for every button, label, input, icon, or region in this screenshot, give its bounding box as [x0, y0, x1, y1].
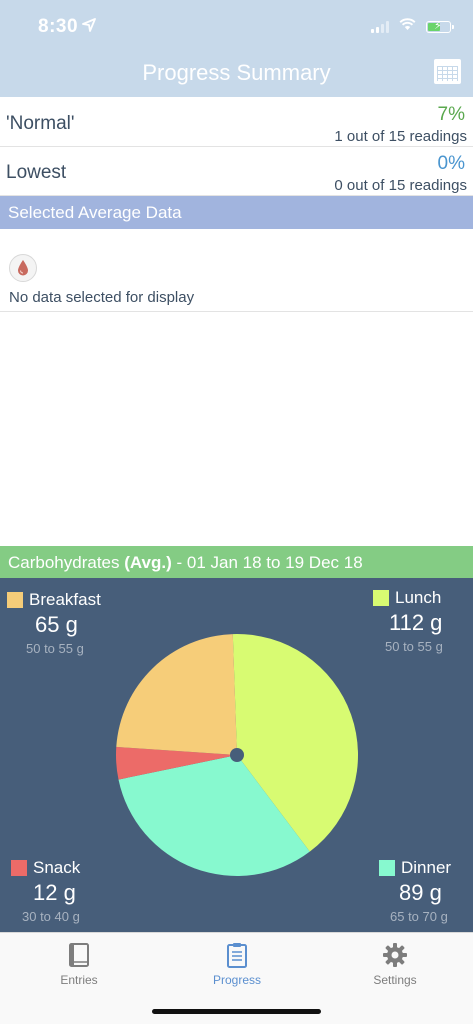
- tab-label: Entries: [60, 973, 98, 987]
- row-percent: 7%: [437, 104, 465, 125]
- book-icon: [65, 941, 93, 969]
- wifi-icon: [399, 18, 416, 36]
- legend-value: 112 g: [389, 610, 443, 635]
- divider: [0, 311, 473, 312]
- carbohydrates-title: Carbohydrates (Avg.) - 01 Jan 18 to 19 D…: [8, 553, 363, 573]
- page-title: Progress Summary: [142, 60, 331, 85]
- tab-label: Settings: [373, 973, 417, 987]
- carbohydrates-pie-chart[interactable]: [114, 632, 360, 878]
- pie-center-dot: [230, 748, 244, 762]
- row-percent: 0%: [437, 153, 465, 174]
- section-title: Selected Average Data: [8, 203, 182, 222]
- legend-range: 30 to 40 g: [22, 909, 80, 924]
- cellular-signal-icon: [371, 21, 389, 33]
- nav-header: 8:30 ⚡ Progress Summary: [0, 0, 473, 97]
- tab-entries[interactable]: Entries: [0, 933, 158, 993]
- carbs-title-suffix: - 01 Jan 18 to 19 Dec 18: [171, 553, 363, 572]
- location-arrow-icon: [82, 16, 96, 38]
- legend-value: 89 g: [399, 880, 442, 905]
- legend-value: 65 g: [35, 612, 78, 637]
- row-detail: 0 out of 15 readings: [334, 177, 467, 194]
- legend-range: 65 to 70 g: [390, 909, 448, 924]
- battery-icon: ⚡: [426, 20, 454, 33]
- legend-name: Breakfast: [29, 590, 101, 609]
- tab-progress[interactable]: Progress: [158, 933, 316, 993]
- status-time: 8:30: [38, 16, 96, 38]
- pie-slice-breakfast[interactable]: [116, 634, 237, 755]
- lowest-readings-row[interactable]: Lowest 0% 0 out of 15 readings: [0, 148, 473, 196]
- no-data-message: No data selected for display: [9, 289, 195, 306]
- legend-value: 12 g: [33, 880, 76, 905]
- row-detail: 1 out of 15 readings: [334, 128, 467, 145]
- calendar-icon: [437, 66, 458, 81]
- legend-range: 50 to 55 g: [26, 641, 84, 656]
- breakfast-swatch: [7, 592, 23, 608]
- carbohydrates-header: Carbohydrates (Avg.) - 01 Jan 18 to 19 D…: [0, 546, 473, 578]
- lunch-swatch: [373, 590, 389, 606]
- tab-label: Progress: [212, 973, 262, 987]
- tab-settings[interactable]: Settings: [316, 933, 473, 993]
- carbs-title-prefix: Carbohydrates: [8, 553, 125, 572]
- selected-average-header: Selected Average Data: [0, 196, 473, 229]
- normal-readings-row[interactable]: 'Normal' 7% 1 out of 15 readings: [0, 99, 473, 147]
- calendar-button[interactable]: [434, 59, 461, 84]
- legend-range: 50 to 55 g: [385, 639, 443, 654]
- screen: 8:30 ⚡ Progress Summary 'Normal' 7% 1 ou…: [0, 0, 473, 1024]
- blood-drop-icon: [9, 254, 37, 282]
- row-label: 'Normal': [6, 113, 75, 134]
- home-indicator: [152, 1009, 321, 1014]
- legend-name: Snack: [33, 858, 81, 877]
- legend-name: Dinner: [401, 858, 452, 877]
- row-label: Lowest: [6, 162, 67, 183]
- status-time-text: 8:30: [38, 16, 79, 37]
- status-icons: ⚡: [371, 18, 454, 36]
- snack-swatch: [11, 860, 27, 876]
- legend-name: Lunch: [395, 588, 442, 607]
- dinner-swatch: [379, 860, 395, 876]
- carbs-title-bold: (Avg.): [124, 553, 172, 572]
- clipboard-icon: [223, 941, 251, 969]
- gear-icon: [381, 941, 409, 969]
